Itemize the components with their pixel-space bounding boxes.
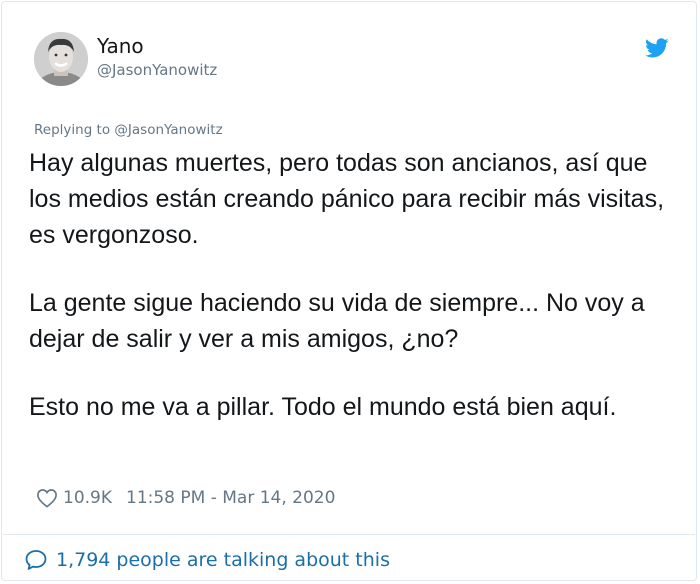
heart-icon[interactable]: [36, 488, 58, 508]
conversation-count-label[interactable]: 1,794 people are talking about this: [56, 549, 390, 571]
display-name[interactable]: Yano: [97, 34, 144, 58]
twitter-bird-icon[interactable]: [645, 36, 669, 60]
tweet-paragraph: Esto no me va a pillar. Todo el mundo es…: [29, 393, 617, 421]
avatar[interactable]: [34, 32, 88, 86]
replying-to[interactable]: Replying to @JasonYanowitz: [34, 122, 223, 138]
tweet-meta: 10.9K 11:58 PM - Mar 14, 2020: [36, 486, 335, 510]
divider: [3, 534, 695, 535]
tweet-paragraph: La gente sigue haciendo su vida de siemp…: [29, 289, 645, 353]
tweet-paragraph: Hay algunas muertes, pero todas son anci…: [29, 149, 665, 249]
conversation-link[interactable]: 1,794 people are talking about this: [24, 548, 390, 572]
speech-bubble-icon: [25, 550, 47, 570]
avatar-image: [34, 32, 88, 86]
user-handle[interactable]: @JasonYanowitz: [97, 61, 217, 79]
like-count[interactable]: 10.9K: [63, 488, 112, 508]
tweet-text: Hay algunas muertes, pero todas son anci…: [29, 145, 679, 457]
tweet-card: Yano @JasonYanowitz Replying to @JasonYa…: [1, 1, 697, 581]
tweet-timestamp[interactable]: 11:58 PM - Mar 14, 2020: [126, 488, 335, 508]
